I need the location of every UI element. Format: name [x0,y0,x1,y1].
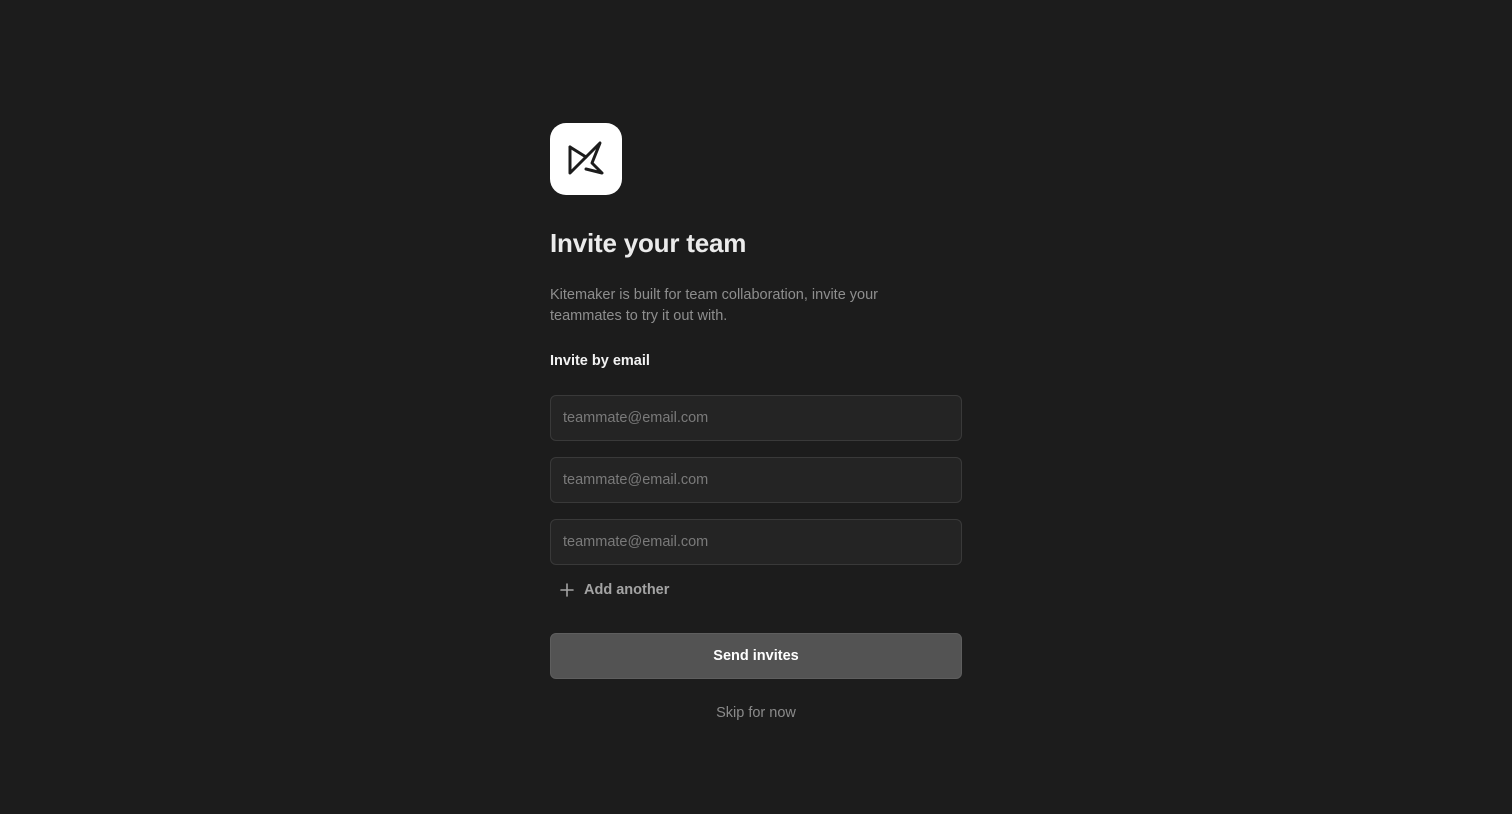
email-field-2[interactable] [550,457,962,503]
invite-by-email-label: Invite by email [550,353,650,369]
app-logo [550,123,622,195]
page-description: Kitemaker is built for team collaboratio… [550,287,879,324]
invite-team-page: Invite your team Kitemaker is built for … [0,0,1512,814]
kitemaker-logo-icon [568,141,604,175]
invite-form: Add another Send invites Skip for now [550,395,962,721]
add-another-button[interactable]: Add another [560,582,669,598]
send-invites-button[interactable]: Send invites [550,633,962,679]
email-field-1[interactable] [550,395,962,441]
invite-card: Invite your team Kitemaker is built for … [550,123,962,721]
page-title: Invite your team [550,228,747,258]
skip-for-now-link[interactable]: Skip for now [550,705,962,721]
email-field-3[interactable] [550,519,962,565]
plus-icon [560,583,574,597]
add-another-label: Add another [584,582,670,598]
